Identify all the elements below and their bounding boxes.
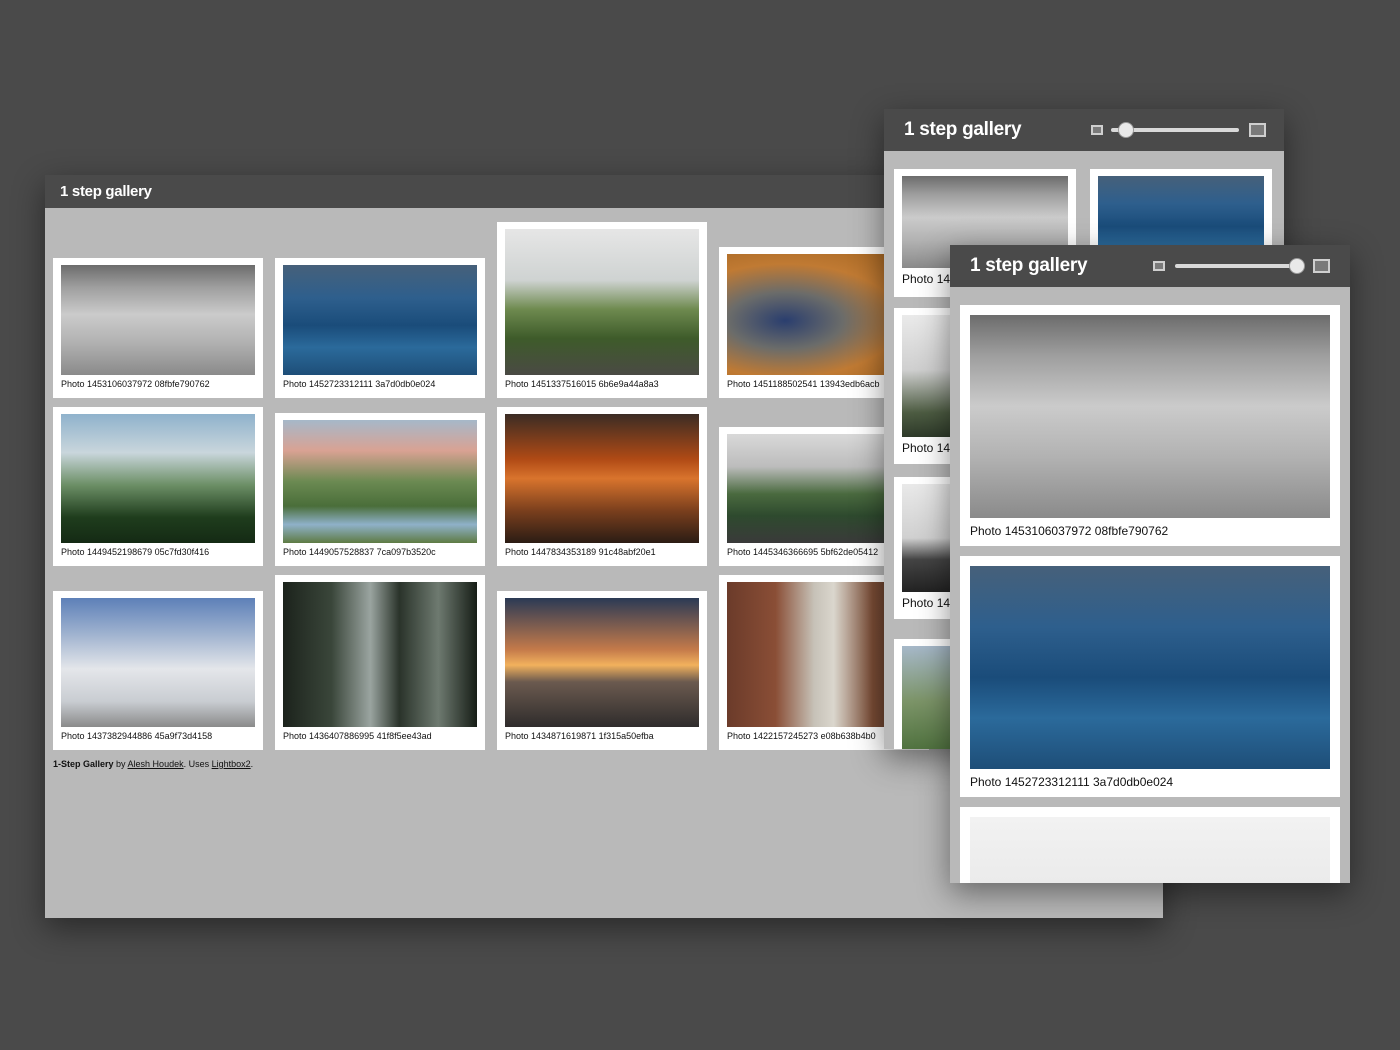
main-window-title: 1 step gallery xyxy=(60,183,152,200)
photo-thumbnail[interactable] xyxy=(283,420,477,543)
thumbnail-size-control xyxy=(1091,122,1266,138)
small-size-icon[interactable] xyxy=(1091,125,1103,135)
front-gallery-window: 1 step gallery Photo 1453106037972 08fbf… xyxy=(950,245,1350,883)
photo-card[interactable]: Photo 1452723312111 3a7d0db0e024 xyxy=(960,556,1340,797)
photo-caption: Photo 1434871619871 1f315a50efba xyxy=(505,731,654,741)
photo-thumbnail[interactable] xyxy=(505,414,699,543)
photo-thumbnail[interactable] xyxy=(970,315,1330,518)
photo-thumbnail[interactable] xyxy=(970,566,1330,769)
photo-card[interactable]: Photo 1453106037972 08fbfe790762 xyxy=(53,258,263,398)
mid-window-header: 1 step gallery xyxy=(884,109,1284,151)
photo-card[interactable]: Photo 1453106037972 08fbfe790762 xyxy=(960,305,1340,546)
mid-window-title: 1 step gallery xyxy=(904,119,1022,140)
photo-caption: Photo 1453106037972 08fbfe790762 xyxy=(970,524,1169,538)
photo-card[interactable]: Photo 1437382944886 45a9f73d4158 xyxy=(53,591,263,750)
large-size-icon[interactable] xyxy=(1313,259,1330,273)
photo-thumbnail[interactable] xyxy=(283,265,477,375)
author-link[interactable]: Alesh Houdek xyxy=(128,759,184,769)
thumbnail-size-control xyxy=(1153,258,1330,274)
footer-by: by xyxy=(113,759,128,769)
photo-thumbnail[interactable] xyxy=(61,265,255,375)
photo-thumbnail[interactable] xyxy=(505,229,699,375)
size-slider-track[interactable] xyxy=(1175,258,1305,274)
photo-caption: Photo 1452723312111 3a7d0db0e024 xyxy=(970,775,1174,789)
large-size-icon[interactable] xyxy=(1249,123,1266,137)
small-size-icon[interactable] xyxy=(1153,261,1165,271)
photo-card[interactable]: Photo 1449057528837 7ca097b3520c xyxy=(275,413,485,566)
photo-card[interactable]: Photo 1451337516015 6b6e9a44a8a3 xyxy=(497,222,707,398)
gallery-footer: 1-Step Gallery by Alesh Houdek. Uses Lig… xyxy=(53,759,253,769)
size-slider-track[interactable] xyxy=(1111,122,1239,138)
front-window-title: 1 step gallery xyxy=(970,255,1088,276)
photo-card[interactable]: Photo 1449452198679 05c7fd30f416 xyxy=(53,407,263,566)
photo-caption: Photo 1447834353189 91c48abf20e1 xyxy=(505,547,656,557)
lightbox-link[interactable]: Lightbox2 xyxy=(212,759,251,769)
photo-caption: Photo 1449452198679 05c7fd30f416 xyxy=(61,547,210,557)
photo-caption: Photo 1453106037972 08fbfe790762 xyxy=(61,379,210,389)
photo-card[interactable]: Photo 1452723312111 3a7d0db0e024 xyxy=(275,258,485,398)
photo-card[interactable]: Photo 1436407886995 41f8f5ee43ad xyxy=(275,575,485,750)
photo-card[interactable] xyxy=(960,807,1340,883)
photo-caption: Photo 1449057528837 7ca097b3520c xyxy=(283,547,436,557)
footer-uses: . Uses xyxy=(183,759,212,769)
photo-thumbnail[interactable] xyxy=(61,598,255,727)
photo-card[interactable]: Photo 1434871619871 1f315a50efba xyxy=(497,591,707,750)
footer-end: . xyxy=(250,759,254,769)
photo-caption: Photo 1437382944886 45a9f73d4158 xyxy=(61,731,213,741)
footer-brand: 1-Step Gallery xyxy=(53,759,114,769)
photo-thumbnail[interactable] xyxy=(505,598,699,727)
size-slider-thumb[interactable] xyxy=(1118,122,1135,138)
photo-thumbnail[interactable] xyxy=(61,414,255,543)
front-window-header: 1 step gallery xyxy=(950,245,1350,287)
size-slider-thumb[interactable] xyxy=(1288,258,1305,274)
photo-caption: Photo 1451337516015 6b6e9a44a8a3 xyxy=(505,379,659,389)
photo-thumbnail[interactable] xyxy=(283,582,477,727)
photo-caption: Photo 1452723312111 3a7d0db0e024 xyxy=(283,379,436,389)
photo-card[interactable]: Photo 1447834353189 91c48abf20e1 xyxy=(497,407,707,566)
photo-thumbnail[interactable] xyxy=(970,817,1330,883)
photo-caption: Photo 1436407886995 41f8f5ee43ad xyxy=(283,731,432,741)
